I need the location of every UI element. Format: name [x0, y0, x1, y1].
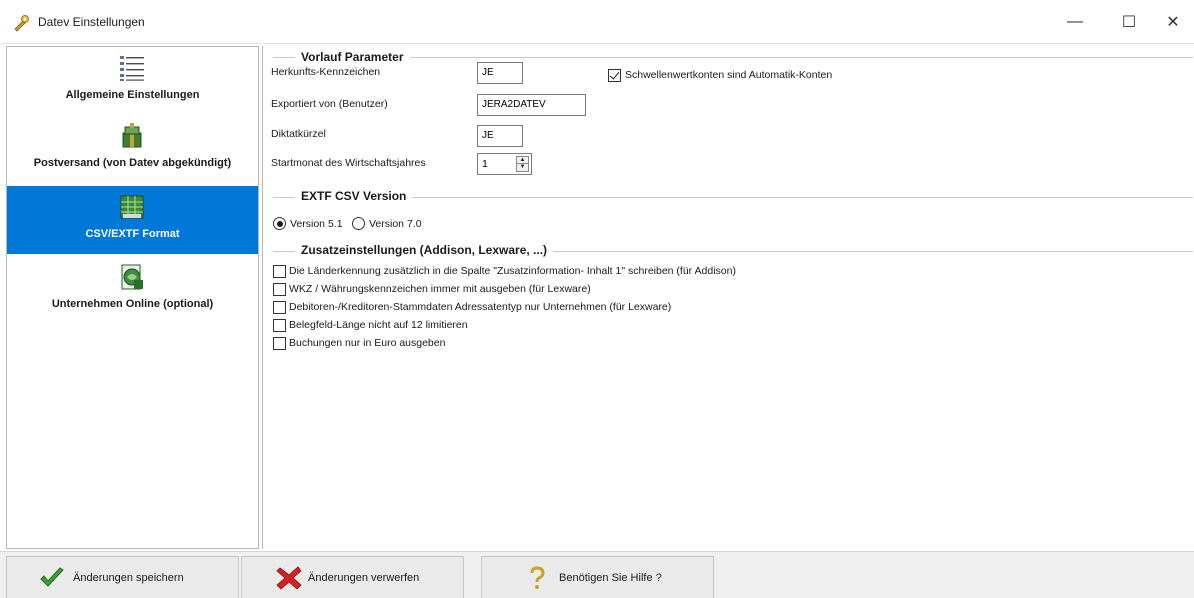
sidebar-item-postversand[interactable]: Postversand (von Datev abgekündigt) — [7, 115, 258, 183]
discard-button-label: Änderungen verwerfen — [308, 572, 420, 584]
stepper-arrows[interactable]: ▲ ▼ — [516, 156, 529, 172]
help-button-label: Benötigen Sie Hilfe ? — [559, 572, 662, 584]
sidebar: Allgemeine Einstellungen Postversand (vo… — [6, 46, 259, 549]
app-icon — [14, 15, 29, 32]
maximize-button[interactable]: ☐ — [1106, 0, 1152, 44]
chevron-down-icon[interactable]: ▼ — [517, 164, 528, 171]
radio-version-5-1[interactable] — [273, 217, 286, 230]
diktat-label: Diktatkürzel — [271, 128, 326, 140]
sidebar-item-label: Postversand (von Datev abgekündigt) — [33, 157, 232, 169]
checkmark-icon — [40, 567, 64, 587]
checkbox-label: Die Länderkennung zusätzlich in die Spal… — [289, 265, 736, 277]
schwellen-checkbox[interactable] — [608, 69, 621, 82]
schwellen-label: Schwellenwertkonten sind Automatik-Konte… — [625, 69, 833, 81]
sidebar-item-csv-extf-format[interactable]: CSV/EXTF Format — [7, 186, 258, 254]
herkunft-label: Herkunfts-Kennzeichen — [271, 66, 381, 78]
radio-label: Version 5.1 — [290, 218, 343, 230]
group-title-zusatz: Zusatzeinstellungen (Addison, Lexware, .… — [295, 243, 554, 257]
save-button[interactable]: Änderungen speichern — [6, 556, 239, 598]
save-button-label: Änderungen speichern — [73, 572, 184, 584]
checkbox-nur-euro[interactable] — [273, 337, 286, 350]
maximize-icon: ☐ — [1121, 14, 1137, 31]
x-mark-icon — [276, 566, 302, 590]
group-title-vorlauf: Vorlauf Parameter — [295, 50, 410, 64]
exportiert-label: Exportiert von (Benutzer) — [271, 98, 388, 110]
sidebar-item-allgemeine-einstellungen[interactable]: Allgemeine Einstellungen — [7, 47, 258, 115]
checkbox-laenderkennung[interactable] — [273, 265, 286, 278]
group-divider — [273, 57, 1193, 58]
online-document-icon — [121, 264, 143, 290]
diktat-field[interactable]: JE — [477, 125, 523, 147]
startmonat-stepper[interactable]: 1 ▲ ▼ — [477, 153, 532, 175]
sidebar-item-label: Allgemeine Einstellungen — [65, 89, 200, 101]
minimize-button[interactable]: — — [1052, 0, 1098, 44]
exportiert-field[interactable]: JERA2DATEV — [477, 94, 586, 116]
close-button[interactable]: ✕ — [1150, 0, 1194, 44]
radio-label: Version 7.0 — [369, 218, 422, 230]
sidebar-item-label: CSV/EXTF Format — [85, 228, 180, 240]
window-title: Datev Einstellungen — [38, 15, 145, 29]
minimize-icon: — — [1067, 13, 1083, 30]
sidebar-item-unternehmen-online[interactable]: Unternehmen Online (optional) — [7, 256, 258, 324]
sidebar-item-label: Unternehmen Online (optional) — [51, 298, 214, 310]
title-bar: Datev Einstellungen — ☐ ✕ — [0, 0, 1194, 44]
settings-panel: Vorlauf Parameter Herkunfts-Kennzeichen … — [262, 46, 1194, 549]
checkbox-label: WKZ / Währungskennzeichen immer mit ausg… — [289, 283, 591, 295]
list-settings-icon — [120, 56, 144, 81]
mail-package-icon — [122, 123, 142, 148]
checkbox-wkz[interactable] — [273, 283, 286, 296]
herkunft-field[interactable]: JE — [477, 62, 523, 84]
group-title-extf: EXTF CSV Version — [295, 189, 413, 203]
radio-version-7-0[interactable] — [352, 217, 365, 230]
help-button[interactable]: Benötigen Sie Hilfe ? — [481, 556, 714, 598]
spreadsheet-icon — [120, 195, 144, 219]
checkbox-belegfeld[interactable] — [273, 319, 286, 332]
chevron-up-icon[interactable]: ▲ — [517, 157, 528, 164]
help-question-icon — [530, 566, 545, 589]
discard-button[interactable]: Änderungen verwerfen — [241, 556, 464, 598]
startmonat-label: Startmonat des Wirtschaftsjahres — [271, 157, 426, 169]
checkbox-label: Buchungen nur in Euro ausgeben — [289, 337, 446, 349]
footer-bar: Änderungen speichern Änderungen verwerfe… — [0, 551, 1194, 598]
close-icon: ✕ — [1166, 14, 1180, 31]
startmonat-value: 1 — [482, 158, 488, 170]
checkbox-label: Debitoren-/Kreditoren-Stammdaten Adressa… — [289, 301, 672, 313]
checkbox-adressatentyp[interactable] — [273, 301, 286, 314]
checkbox-label: Belegfeld-Länge nicht auf 12 limitieren — [289, 319, 468, 331]
